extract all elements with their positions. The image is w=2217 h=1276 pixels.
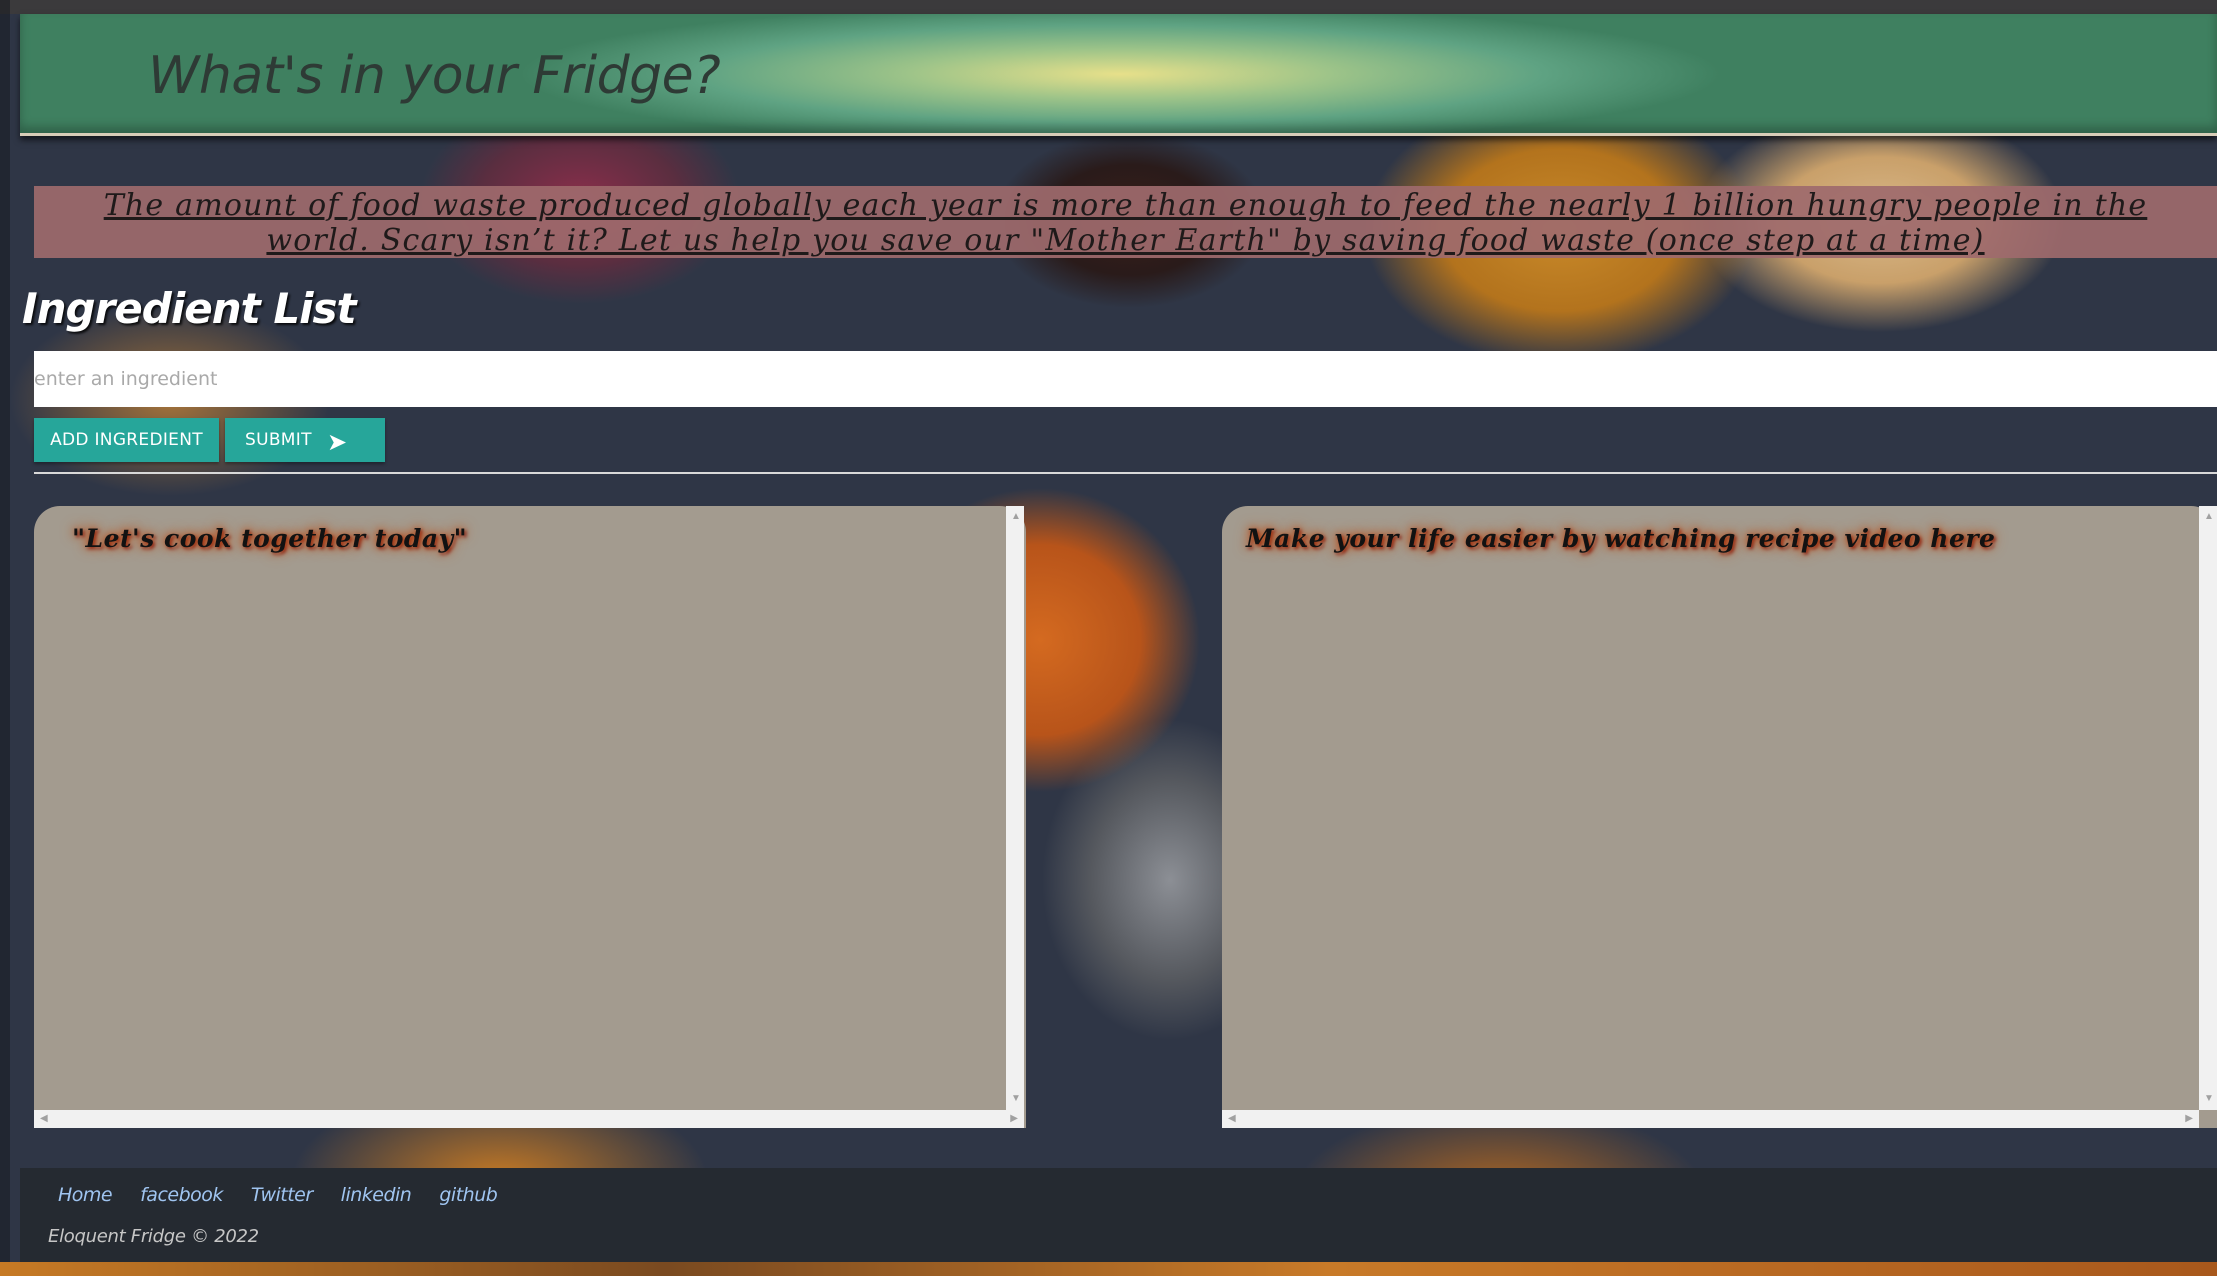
recipes-panel: "Let's cook together today" — [34, 506, 1026, 1128]
scroll-up-icon[interactable]: ▲ — [2204, 512, 2214, 522]
send-icon: ➤ — [327, 428, 348, 456]
recipes-vertical-scrollbar[interactable]: ▲ ▼ — [1006, 506, 1024, 1110]
background-image — [0, 0, 2217, 14]
submit-label: SUBMIT — [245, 430, 312, 450]
page-title: What's in your Fridge? — [148, 46, 721, 106]
scroll-right-icon[interactable]: ▶ — [2185, 1114, 2193, 1124]
videos-panel: Make your life easier by watching recipe… — [1222, 506, 2217, 1128]
scroll-up-icon[interactable]: ▲ — [1011, 512, 1021, 522]
scroll-down-icon[interactable]: ▼ — [1011, 1094, 1021, 1104]
recipes-horizontal-scrollbar[interactable]: ◀ ▶ — [34, 1110, 1024, 1128]
scroll-left-icon[interactable]: ◀ — [1228, 1114, 1236, 1124]
scroll-down-icon[interactable]: ▼ — [2204, 1094, 2214, 1104]
food-waste-quote: The amount of food waste produced global… — [34, 186, 2217, 258]
submit-button[interactable]: SUBMIT ➤ — [225, 418, 385, 462]
add-ingredient-button[interactable]: ADD INGREDIENT — [34, 418, 219, 462]
ingredient-input[interactable] — [34, 351, 2217, 407]
site-header: What's in your Fridge? — [20, 14, 2217, 136]
footer-link-home[interactable]: Home — [58, 1184, 113, 1206]
videos-horizontal-scrollbar[interactable]: ◀ ▶ — [1222, 1110, 2199, 1128]
footer-links: Home facebook Twitter linkedin github — [58, 1184, 498, 1206]
videos-vertical-scrollbar[interactable]: ▲ ▼ — [2199, 506, 2217, 1110]
videos-panel-title: Make your life easier by watching recipe… — [1246, 524, 1996, 553]
footer-link-github[interactable]: github — [439, 1184, 497, 1206]
footer-copyright: Eloquent Fridge © 2022 — [48, 1226, 259, 1247]
footer-link-linkedin[interactable]: linkedin — [341, 1184, 412, 1206]
scroll-right-icon[interactable]: ▶ — [1010, 1114, 1018, 1124]
background-image-bottom — [0, 1262, 2217, 1276]
footer-link-facebook[interactable]: facebook — [140, 1184, 223, 1206]
site-footer: Home facebook Twitter linkedin github El… — [20, 1168, 2217, 1262]
divider — [34, 472, 2217, 474]
ingredient-list-heading: Ingredient List — [22, 284, 357, 333]
scroll-left-icon[interactable]: ◀ — [40, 1114, 48, 1124]
background-edge — [0, 0, 10, 1276]
recipes-panel-title: "Let's cook together today" — [72, 524, 468, 553]
footer-link-twitter[interactable]: Twitter — [251, 1184, 313, 1206]
